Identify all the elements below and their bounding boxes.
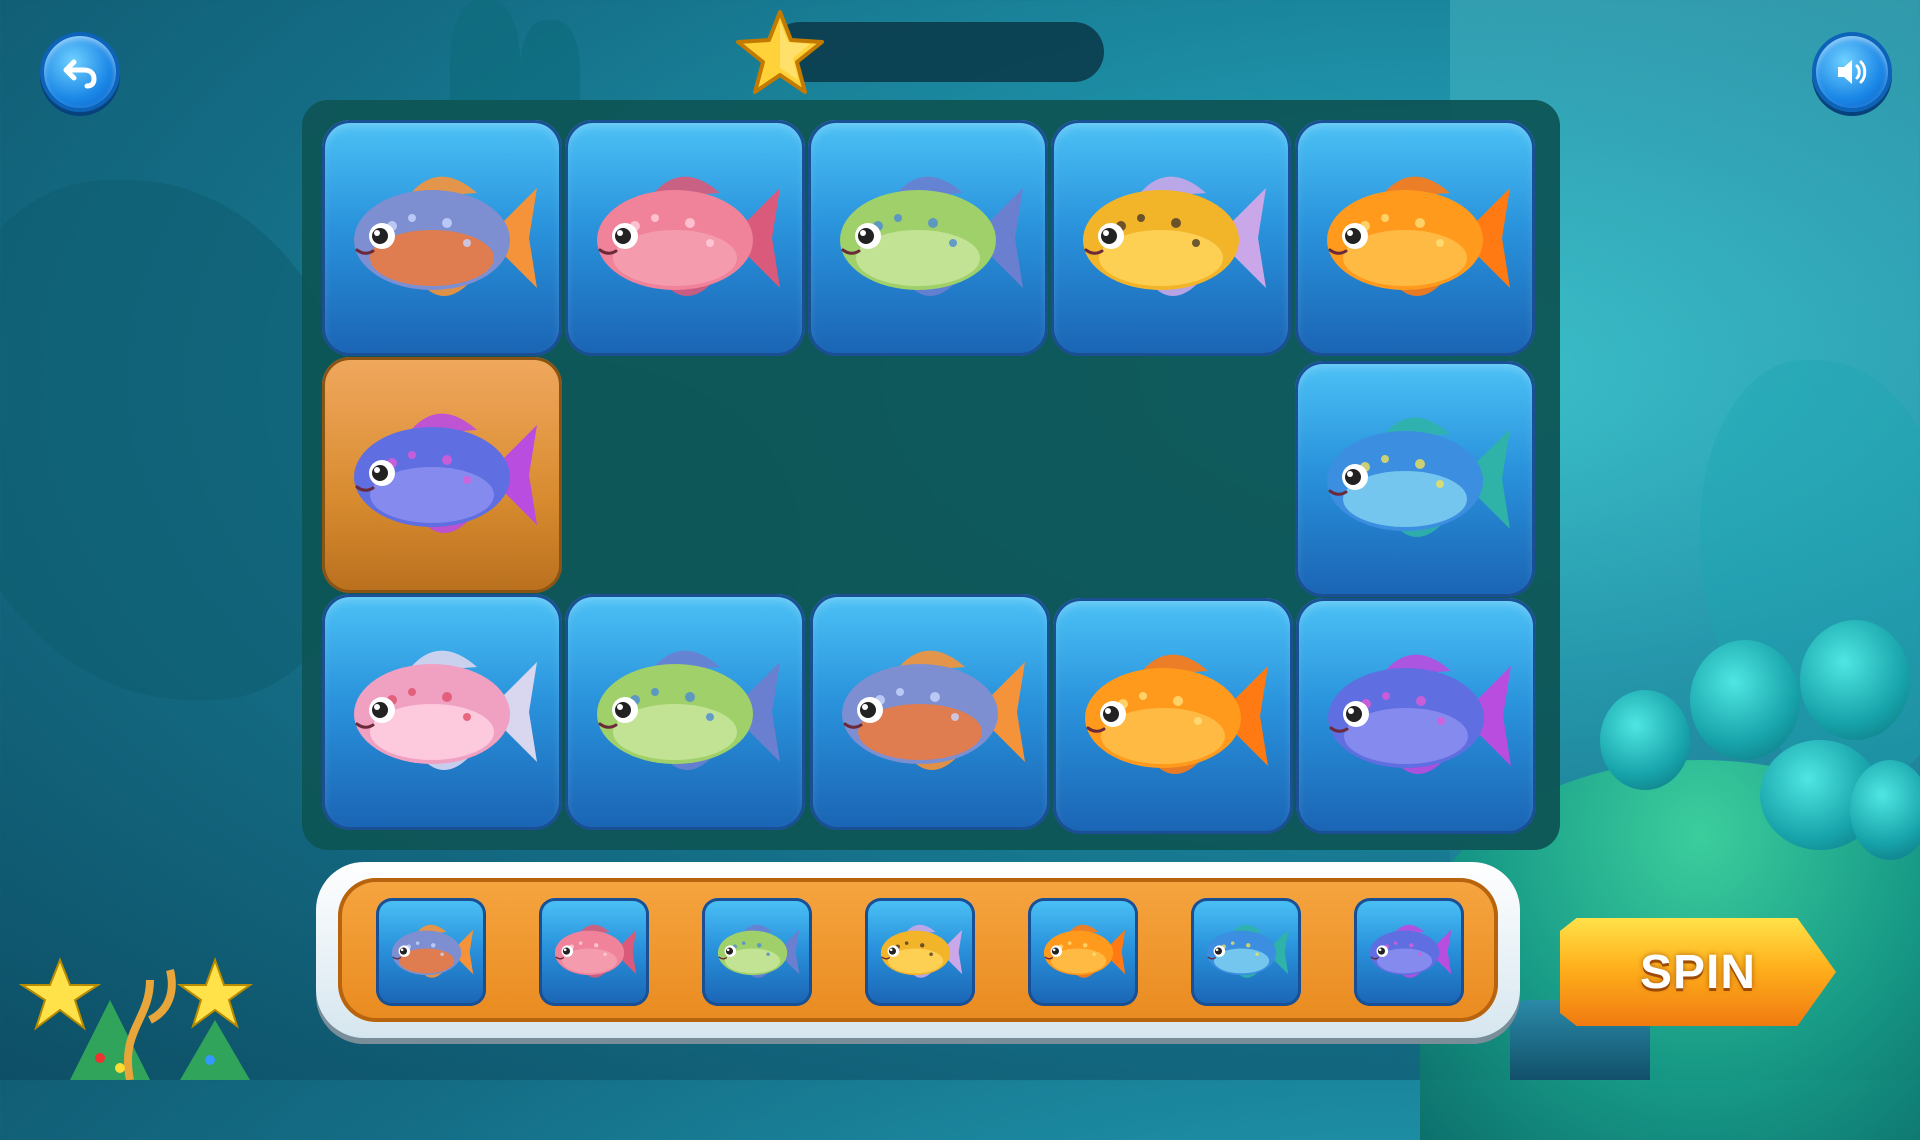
board-tile: [322, 594, 562, 830]
board-tile: [322, 120, 562, 356]
board-tile: [1295, 361, 1535, 597]
striped-yellow-fish-icon: [880, 924, 963, 978]
coral: [1850, 760, 1920, 860]
discus-fish-icon: [840, 176, 1023, 297]
board-tile: [808, 120, 1048, 356]
coral: [1600, 690, 1690, 790]
board-tile: [565, 594, 805, 830]
paytable-item: [1354, 898, 1464, 1006]
back-arrow-icon: [63, 59, 97, 89]
spotted-cichlid-fish-icon: [1206, 924, 1289, 978]
goldfish-icon: [1085, 654, 1268, 775]
flowerhorn-fish-icon: [597, 176, 780, 297]
paytable-item: [1028, 898, 1138, 1006]
board-tile: [1051, 120, 1291, 356]
board-tile: [1295, 120, 1535, 356]
red-blue-fish-icon: [842, 650, 1025, 771]
christmas-tree-icon: [18, 957, 254, 1080]
guppy-fish-icon: [354, 650, 537, 771]
striped-yellow-fish-icon: [1083, 176, 1266, 297]
back-button[interactable]: [40, 32, 120, 112]
paytable-item: [865, 898, 975, 1006]
red-blue-fish-icon: [391, 924, 474, 978]
betta-fish-icon: [1369, 924, 1452, 978]
discus-fish-icon: [597, 650, 780, 771]
board-tile: [322, 357, 562, 593]
goldfish-icon: [1043, 924, 1126, 978]
sound-button[interactable]: [1812, 32, 1892, 112]
board-tile: [1296, 598, 1536, 834]
red-blue-fish-icon: [354, 176, 537, 297]
spin-label: SPIN: [1639, 945, 1757, 999]
betta-fish-icon: [1328, 654, 1511, 775]
star-icon: [736, 10, 824, 94]
paytable-item: [1191, 898, 1301, 1006]
paytable-item: [539, 898, 649, 1006]
board-tile: [810, 594, 1050, 830]
goldfish-icon: [1327, 176, 1510, 297]
spotted-cichlid-fish-icon: [1327, 417, 1510, 538]
discus-fish-icon: [717, 924, 800, 978]
spin-button[interactable]: SPIN: [1560, 918, 1836, 1026]
speaker-icon: [1838, 60, 1867, 84]
paytable-item: [376, 898, 486, 1006]
coral: [1800, 620, 1910, 740]
board-tile: [1053, 598, 1293, 834]
flowerhorn-fish-icon: [554, 924, 637, 978]
paytable-item: [702, 898, 812, 1006]
board-tile: [565, 120, 805, 356]
betta-fish-icon: [354, 413, 537, 534]
coral: [1690, 640, 1800, 760]
